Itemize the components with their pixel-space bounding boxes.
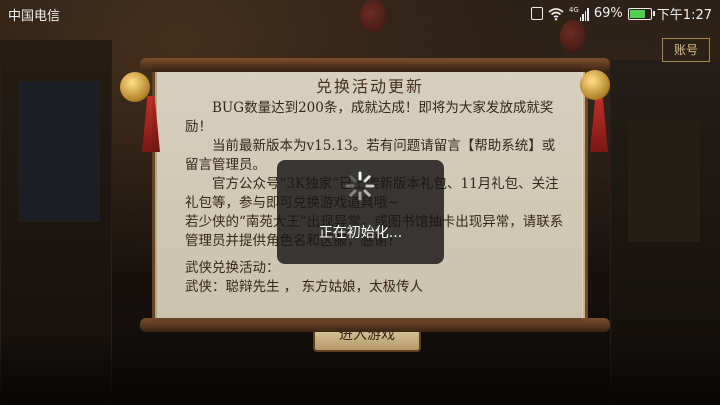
footer-legal-text <box>150 350 590 402</box>
notice-paragraph: BUG数量达到200条，成就达成！即将为大家发放成就奖励！ <box>185 100 554 135</box>
carrier-label: 中国电信 <box>8 9 61 24</box>
battery-percent: 69% <box>593 6 623 21</box>
scroll-bottom-rod <box>140 318 610 332</box>
bell-icon <box>120 72 150 102</box>
account-button[interactable]: 账号 <box>662 38 710 62</box>
status-icons: 4G 69% 下午1:27 <box>530 4 712 23</box>
cellular-signal-icon: 4G <box>568 5 589 21</box>
vibrate-icon <box>530 7 543 20</box>
loading-toast: 正在初始化... <box>277 160 444 264</box>
wifi-icon <box>548 7 564 20</box>
bell-icon <box>580 70 610 100</box>
network-type-label: 4G <box>568 5 579 14</box>
notice-title: 兑换活动更新 <box>315 77 424 96</box>
scroll-top-rod <box>140 58 610 72</box>
battery-icon <box>627 7 655 20</box>
loading-text: 正在初始化... <box>318 225 403 241</box>
clock: 下午1:27 <box>656 8 712 23</box>
loading-spinner-icon <box>345 171 375 201</box>
status-bar: 中国电信 4G 69% 下午1:27 <box>0 0 720 26</box>
notice-paragraph: 武侠：聪辩先生 ， 东方姑娘，太极传人 <box>185 279 424 295</box>
